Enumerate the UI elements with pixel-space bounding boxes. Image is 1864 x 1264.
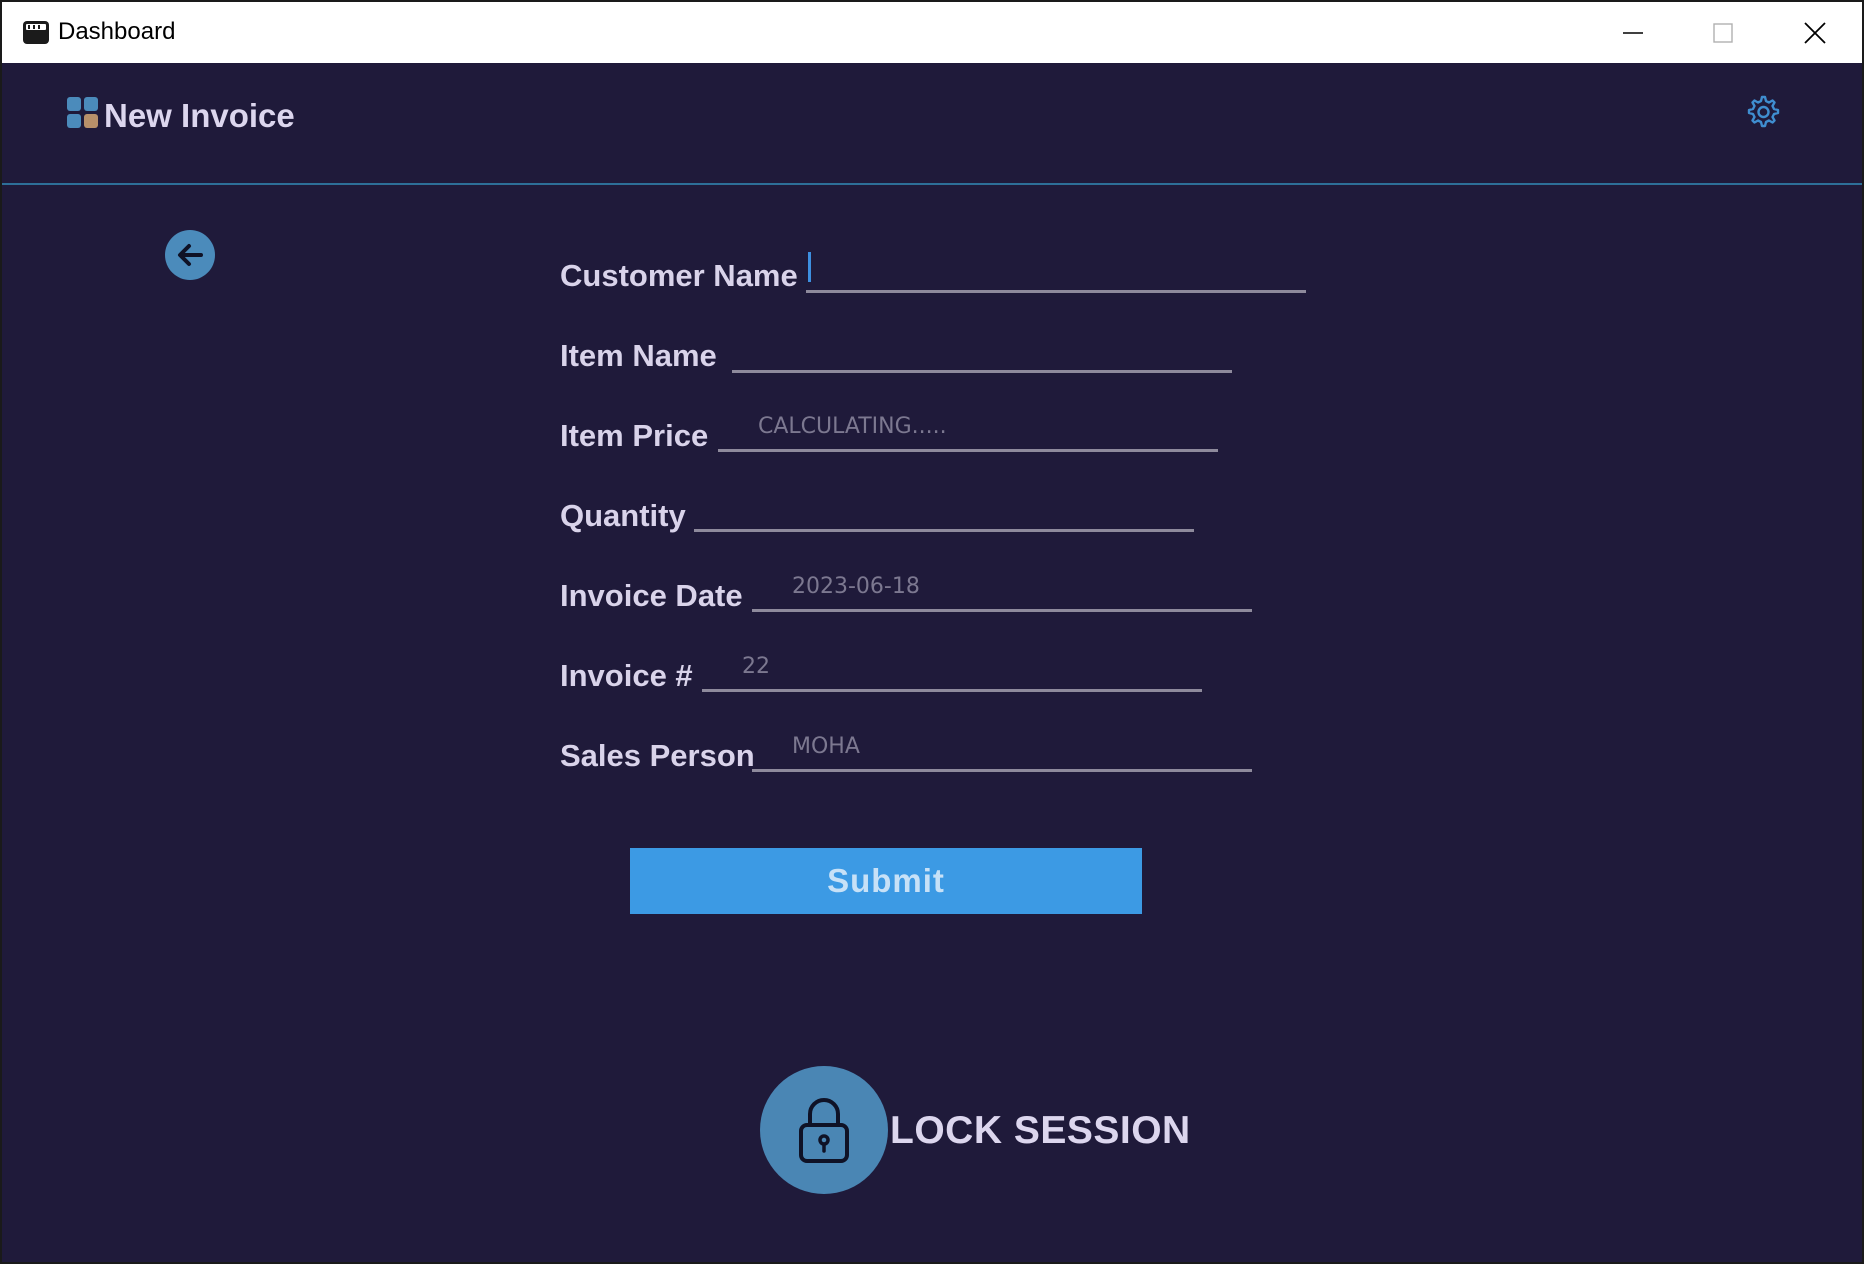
back-button[interactable]	[165, 230, 215, 280]
quantity-label: Quantity	[560, 498, 686, 533]
minimize-icon	[1623, 31, 1643, 34]
lock-session-button[interactable]	[760, 1066, 888, 1194]
quantity-input[interactable]	[694, 529, 1194, 532]
maximize-icon	[1713, 22, 1733, 43]
sales-person-input[interactable]	[752, 769, 1252, 772]
lock-session-label[interactable]: LOCK SESSION	[890, 1109, 1191, 1153]
app-window: Dashboard New Invoice Customer Name Item…	[0, 0, 1864, 1264]
close-icon	[1804, 21, 1826, 44]
app-icon	[23, 21, 49, 44]
gear-icon[interactable]	[1744, 94, 1780, 130]
item-price-value: CALCULATING.....	[758, 414, 947, 439]
invoice-date-label: Invoice Date	[560, 578, 743, 613]
maximize-button[interactable]	[1678, 2, 1768, 63]
title-bar: Dashboard	[2, 2, 1862, 63]
arrow-left-icon	[178, 244, 203, 266]
minimize-button[interactable]	[1588, 2, 1678, 63]
invoice-number-input[interactable]	[702, 689, 1202, 692]
item-price-label: Item Price	[560, 418, 709, 453]
item-price-input[interactable]	[718, 449, 1218, 452]
invoice-number-label: Invoice #	[560, 658, 693, 693]
text-caret	[808, 252, 811, 282]
customer-name-label: Customer Name	[560, 258, 798, 293]
item-name-label: Item Name	[560, 338, 717, 373]
invoice-date-input[interactable]	[752, 609, 1252, 612]
sales-person-value: MOHA	[792, 734, 860, 759]
item-name-input[interactable]	[732, 370, 1232, 373]
invoice-date-value: 2023-06-18	[792, 574, 920, 599]
sales-person-label: Sales Person	[560, 738, 755, 773]
customer-name-input[interactable]	[806, 290, 1306, 293]
page-header: New Invoice	[2, 63, 1862, 185]
close-button[interactable]	[1770, 2, 1860, 63]
window-title: Dashboard	[58, 18, 176, 45]
submit-button[interactable]: Submit	[630, 848, 1142, 914]
invoice-number-value: 22	[742, 654, 770, 679]
lock-icon	[799, 1098, 849, 1163]
page-title: New Invoice	[104, 97, 295, 134]
dashboard-grid-icon	[67, 97, 98, 128]
